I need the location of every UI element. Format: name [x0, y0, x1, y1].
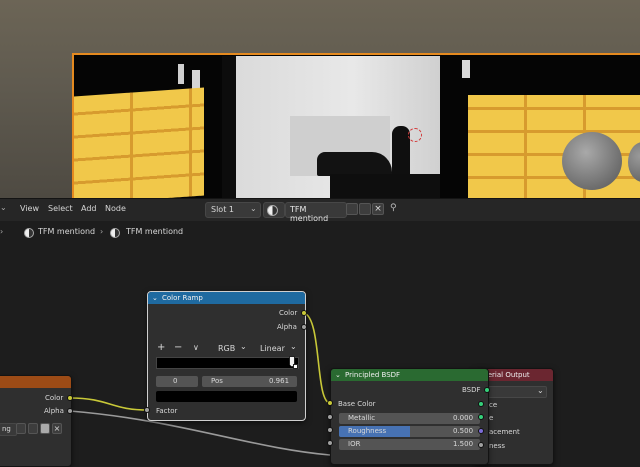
color-ramp-node[interactable]: ⌄ Color Ramp Color Alpha + − ∨ RGB ⌄ Lin… — [147, 291, 306, 421]
socket-label-bsdf: BSDF — [462, 386, 481, 394]
duplicate-image-icon[interactable] — [28, 423, 38, 434]
socket-label-thickness: ness — [489, 442, 506, 450]
socket-label-alpha: Alpha — [44, 407, 64, 415]
socket-label-volume: e — [489, 414, 494, 422]
metallic-value: 0.000 — [453, 414, 474, 422]
stop-index-field[interactable]: 0 — [156, 376, 198, 387]
input-socket-displacement[interactable] — [478, 428, 484, 434]
ior-value: 1.500 — [453, 440, 474, 448]
collapse-chevron-icon[interactable]: ⌄ — [152, 292, 158, 304]
metallic-slider[interactable]: Metallic 0.000 — [339, 413, 480, 424]
stop-position-value: 0.961 — [269, 377, 290, 385]
link-color-to-factor — [69, 397, 149, 411]
output-socket-color[interactable] — [67, 395, 73, 401]
input-socket-roughness[interactable] — [327, 427, 333, 433]
stop-color-swatch[interactable] — [156, 391, 297, 402]
open-folder-icon[interactable] — [40, 423, 50, 434]
output-socket-color[interactable] — [301, 310, 307, 316]
socket-label-factor: Factor — [156, 407, 178, 415]
stop-position-field[interactable]: Pos 0.961 — [202, 376, 297, 387]
fake-user-shield-icon[interactable] — [16, 423, 26, 434]
collapse-chevron-icon[interactable]: ⌄ — [335, 369, 341, 381]
input-socket-thickness[interactable] — [478, 442, 484, 448]
socket-label-alpha: Alpha — [277, 323, 297, 331]
remove-stop-button[interactable]: − — [174, 342, 182, 353]
input-socket-volume[interactable] — [478, 414, 484, 420]
roughness-label: Roughness — [348, 427, 387, 435]
node-title: Color Ramp — [162, 294, 203, 302]
image-name-field[interactable]: ng — [0, 423, 17, 436]
ior-slider[interactable]: IOR 1.500 — [339, 439, 480, 450]
chevron-down-icon: ⌄ — [240, 342, 247, 351]
output-socket-alpha[interactable] — [301, 324, 307, 330]
roughness-value: 0.500 — [453, 427, 474, 435]
chevron-down-icon: ⌄ — [290, 342, 297, 351]
node-title: terial Output — [485, 371, 530, 379]
metallic-label: Metallic — [348, 414, 376, 422]
stop-index-value: 0 — [173, 377, 178, 385]
node-header[interactable] — [0, 376, 71, 388]
chevron-down-icon: ⌄ — [537, 386, 544, 395]
node-header[interactable]: ⌄ Color Ramp — [148, 292, 305, 304]
link-ramp-color-to-basecolor — [303, 312, 331, 404]
target-dropdown[interactable]: ⌄ — [487, 386, 547, 398]
socket-label-surface: ce — [489, 401, 498, 409]
interpolation-dropdown[interactable]: Linear — [260, 344, 285, 353]
ramp-stop-handle[interactable] — [293, 364, 298, 369]
node-header[interactable]: ⌄ Principled BSDF — [331, 369, 488, 381]
color-mode-dropdown[interactable]: RGB — [218, 344, 235, 353]
ior-label: IOR — [348, 440, 361, 448]
color-ramp-gradient[interactable] — [156, 357, 299, 369]
socket-label-displacement: acement — [489, 428, 520, 436]
image-name-text: ng — [2, 425, 11, 433]
input-socket-metallic[interactable] — [327, 414, 333, 420]
stop-position-label: Pos — [211, 377, 223, 385]
roughness-slider[interactable]: Roughness 0.500 — [339, 426, 480, 437]
input-socket-base-color[interactable] — [327, 400, 333, 406]
input-socket-factor[interactable] — [144, 407, 150, 413]
ramp-menu-chevron-icon[interactable]: ∨ — [193, 343, 199, 352]
unlink-image-close-icon[interactable]: × — [52, 423, 62, 434]
socket-label-color: Color — [279, 309, 298, 317]
socket-label-base-color: Base Color — [338, 400, 376, 408]
output-socket-alpha[interactable] — [67, 408, 73, 414]
left-image-node[interactable]: Color Alpha ng × — [0, 375, 72, 467]
principled-bsdf-node[interactable]: ⌄ Principled BSDF BSDF Base Color Metall… — [330, 368, 489, 465]
input-socket-surface[interactable] — [478, 401, 484, 407]
node-title: Principled BSDF — [345, 371, 401, 379]
add-stop-button[interactable]: + — [157, 342, 165, 353]
socket-label-color: Color — [45, 394, 64, 402]
output-socket-bsdf[interactable] — [484, 387, 490, 393]
input-socket-ior[interactable] — [327, 440, 333, 446]
